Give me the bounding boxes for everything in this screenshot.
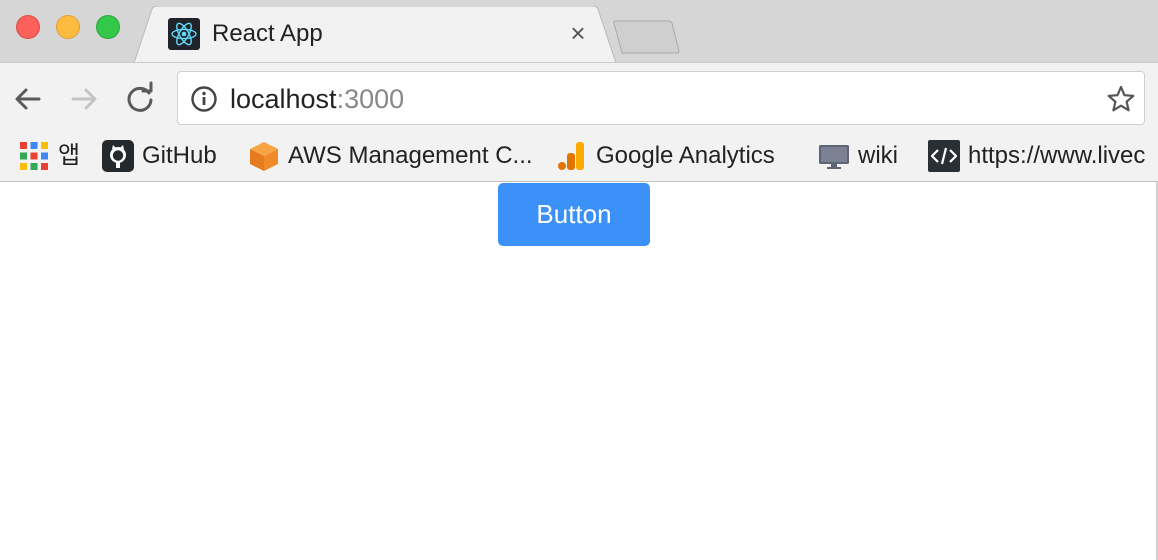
url-text[interactable]: localhost:3000 [230, 83, 404, 115]
bookmark-apps[interactable]: 앱 [18, 140, 80, 172]
bookmark-label: wiki [858, 142, 898, 169]
star-icon[interactable] [1106, 84, 1136, 114]
bookmark-label: GitHub [142, 142, 217, 169]
window-close-button[interactable] [16, 15, 40, 39]
react-logo-icon [168, 18, 200, 50]
address-bar[interactable]: localhost:3000 [177, 71, 1145, 125]
tab-close-icon[interactable]: × [564, 19, 592, 47]
url-port: :3000 [336, 84, 405, 114]
bookmarks-bar: 앱 GitHub AWS Management C... Google Anal… [0, 132, 1158, 182]
primary-button[interactable]: Button [498, 183, 650, 246]
tab-strip: React App × [0, 0, 1158, 63]
code-icon [928, 140, 960, 172]
github-icon [102, 140, 134, 172]
bookmark-livecode[interactable]: https://www.livec [928, 140, 1145, 172]
new-tab-button[interactable] [612, 20, 682, 54]
window-zoom-button[interactable] [96, 15, 120, 39]
aws-cube-icon [248, 140, 280, 172]
reload-icon [127, 81, 153, 112]
info-icon[interactable] [190, 85, 218, 113]
google-analytics-icon [556, 140, 588, 172]
bookmark-aws[interactable]: AWS Management C... [248, 140, 533, 172]
tab-shape [134, 6, 617, 63]
url-host: localhost [230, 84, 337, 114]
tab-title: React App [212, 20, 323, 47]
monitor-icon [818, 140, 850, 172]
bookmark-label: AWS Management C... [288, 142, 533, 169]
bookmark-label: 앱 [58, 142, 81, 169]
browser-window: React App × localhost:3000 앱 GitHub AWS … [0, 0, 1158, 560]
arrow-right-icon [71, 88, 97, 110]
browser-toolbar: localhost:3000 [0, 62, 1158, 132]
bookmark-github[interactable]: GitHub [102, 140, 217, 172]
reload-button[interactable] [122, 81, 158, 117]
bookmark-wiki[interactable]: wiki [818, 140, 898, 172]
window-minimize-button[interactable] [56, 15, 80, 39]
arrow-left-icon [15, 88, 41, 110]
bookmark-label: Google Analytics [596, 142, 775, 169]
apps-grid-icon [18, 140, 50, 172]
page-content: Button [0, 182, 1158, 560]
back-button[interactable] [10, 81, 46, 117]
bookmark-google-analytics[interactable]: Google Analytics [556, 140, 775, 172]
bookmark-label: https://www.livec [968, 142, 1146, 169]
forward-button[interactable] [66, 81, 102, 117]
tab-react-app[interactable]: React App × [134, 6, 624, 63]
